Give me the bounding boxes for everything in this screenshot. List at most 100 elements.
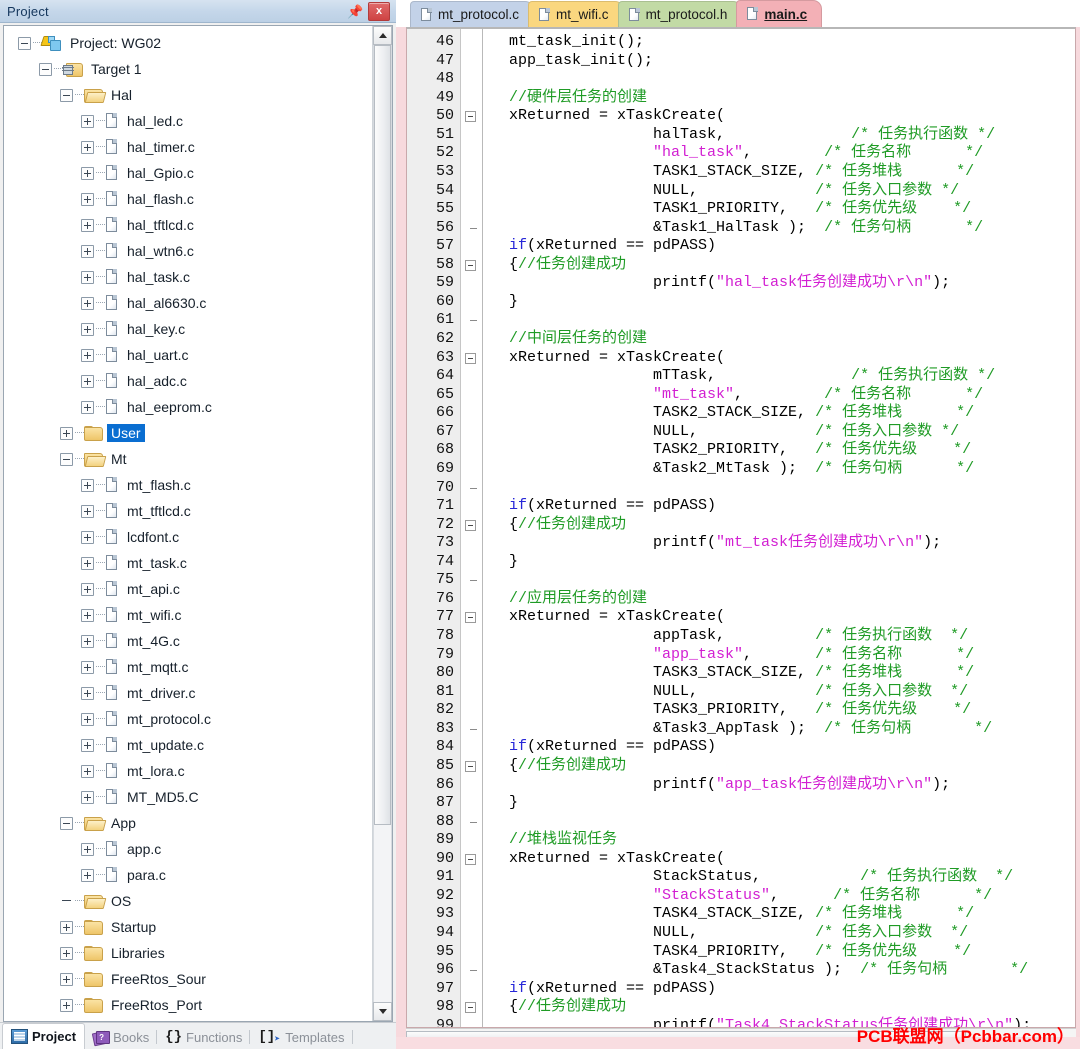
tree-item-mt-mqtt-c[interactable]: mt_mqtt.c [4, 654, 372, 680]
tree-expander-plus-icon[interactable] [81, 868, 94, 882]
tree-expander-plus-icon[interactable] [81, 608, 94, 622]
tree-expander-minus-icon[interactable] [60, 452, 73, 466]
tree-item-mt-api-c[interactable]: mt_api.c [4, 576, 372, 602]
code-text-area[interactable]: mt_task_init(); app_task_init(); //硬件层任务… [483, 29, 1075, 1027]
tree-item-hal-flash-c[interactable]: hal_flash.c [4, 186, 372, 212]
tree-expander-plus-icon[interactable] [81, 556, 94, 570]
tree-item-libraries[interactable]: Libraries [4, 940, 372, 966]
tree-item-hal[interactable]: Hal [4, 82, 372, 108]
tree-expander-plus-icon[interactable] [81, 686, 94, 700]
fold-marker-row[interactable] [461, 107, 482, 126]
tree-item-startup[interactable]: Startup [4, 914, 372, 940]
tree-item-app-c[interactable]: app.c [4, 836, 372, 862]
tree-item-mt-4g-c[interactable]: mt_4G.c [4, 628, 372, 654]
fold-collapse-icon[interactable] [465, 853, 476, 865]
fold-marker-row[interactable] [461, 349, 482, 368]
fold-marker-row[interactable] [461, 757, 482, 776]
tree-item-hal-led-c[interactable]: hal_led.c [4, 108, 372, 134]
tree-item-user[interactable]: User [4, 420, 372, 446]
tree-expander-plus-icon[interactable] [81, 270, 94, 284]
fold-collapse-icon[interactable] [465, 1002, 476, 1014]
tree-item-app[interactable]: App [4, 810, 372, 836]
fold-collapse-icon[interactable] [465, 111, 476, 123]
tree-expander-plus-icon[interactable] [81, 634, 94, 648]
fold-marker-row[interactable] [461, 256, 482, 275]
tree-expander-plus-icon[interactable] [81, 478, 94, 492]
tree-expander-plus-icon[interactable] [81, 218, 94, 232]
tree-item-mt-wifi-c[interactable]: mt_wifi.c [4, 602, 372, 628]
tree-expander-plus-icon[interactable] [81, 582, 94, 596]
editor-tab-mt-protocol-h[interactable]: mt_protocol.h [617, 1, 743, 27]
fold-collapse-icon[interactable] [465, 760, 476, 772]
editor-tab-mt-protocol-c[interactable]: mt_protocol.c [410, 1, 535, 27]
tree-expander-plus-icon[interactable] [81, 374, 94, 388]
tree-expander-plus-icon[interactable] [81, 400, 94, 414]
tree-item-hal-uart-c[interactable]: hal_uart.c [4, 342, 372, 368]
fold-collapse-icon[interactable] [465, 259, 476, 271]
tree-expander-minus-icon[interactable] [39, 62, 52, 76]
tree-expander-plus-icon[interactable] [81, 114, 94, 128]
project-tree[interactable]: Project: WG02 Target 1 Hal hal_led.c hal_tim… [4, 26, 372, 1021]
tree-item-hal-task-c[interactable]: hal_task.c [4, 264, 372, 290]
fold-marker-row[interactable] [461, 608, 482, 627]
tree-item-hal-wtn6-c[interactable]: hal_wtn6.c [4, 238, 372, 264]
fold-collapse-icon[interactable] [465, 519, 476, 531]
tree-expander-plus-icon[interactable] [81, 842, 94, 856]
bottom-tab-books[interactable]: ? Books [85, 1025, 158, 1049]
scrollbar-track[interactable] [373, 45, 392, 1002]
tree-item-mt[interactable]: Mt [4, 446, 372, 472]
code-folding-column[interactable] [461, 29, 483, 1027]
tree-expander-plus-icon[interactable] [60, 972, 73, 986]
tree-expander-plus-icon[interactable] [81, 764, 94, 778]
tree-expander-plus-icon[interactable] [81, 244, 94, 258]
tree-item-hal-adc-c[interactable]: hal_adc.c [4, 368, 372, 394]
tree-expander-plus-icon[interactable] [81, 140, 94, 154]
tree-expander-plus-icon[interactable] [60, 998, 73, 1012]
tree-expander-plus-icon[interactable] [81, 166, 94, 180]
tree-item-hal-gpio-c[interactable]: hal_Gpio.c [4, 160, 372, 186]
tree-item-hal-eeprom-c[interactable]: hal_eeprom.c [4, 394, 372, 420]
fold-marker-row[interactable] [461, 516, 482, 535]
scroll-down-button[interactable] [373, 1002, 392, 1021]
tree-item-freertos-sour[interactable]: FreeRtos_Sour [4, 966, 372, 992]
tree-expander-plus-icon[interactable] [60, 426, 73, 440]
tree-item-mt-lora-c[interactable]: mt_lora.c [4, 758, 372, 784]
fold-marker-row[interactable] [461, 850, 482, 869]
tree-item-mt-flash-c[interactable]: mt_flash.c [4, 472, 372, 498]
tree-expander-minus-icon[interactable] [60, 88, 73, 102]
tree-expander-plus-icon[interactable] [60, 920, 73, 934]
tree-expander-plus-icon[interactable] [81, 660, 94, 674]
tree-item-hal-key-c[interactable]: hal_key.c [4, 316, 372, 342]
tree-item-mt-driver-c[interactable]: mt_driver.c [4, 680, 372, 706]
bottom-tab-functions[interactable]: {} Functions [157, 1025, 251, 1049]
tree-item-freertos-port[interactable]: FreeRtos_Port [4, 992, 372, 1018]
tree-item-hal-timer-c[interactable]: hal_timer.c [4, 134, 372, 160]
tree-item-mt-update-c[interactable]: mt_update.c [4, 732, 372, 758]
tree-item-hal-al6630-c[interactable]: hal_al6630.c [4, 290, 372, 316]
tree-expander-plus-icon[interactable] [81, 192, 94, 206]
tree-expander-plus-icon[interactable] [81, 712, 94, 726]
fold-marker-row[interactable] [461, 998, 482, 1017]
scroll-up-button[interactable] [373, 26, 392, 45]
bottom-tab-project[interactable]: Project [2, 1023, 86, 1049]
fold-collapse-icon[interactable] [465, 352, 476, 364]
editor-tab-mt-wifi-c[interactable]: mt_wifi.c [528, 1, 624, 27]
tree-expander-plus-icon[interactable] [60, 946, 73, 960]
tree-item-project-wg02[interactable]: Project: WG02 [4, 30, 372, 56]
tree-item-mt-tftlcd-c[interactable]: mt_tftlcd.c [4, 498, 372, 524]
tree-item-target-1[interactable]: Target 1 [4, 56, 372, 82]
tree-item-hal-tftlcd-c[interactable]: hal_tftlcd.c [4, 212, 372, 238]
close-icon[interactable]: x [368, 1, 390, 21]
tree-expander-plus-icon[interactable] [81, 530, 94, 544]
project-tree-scrollbar[interactable] [372, 26, 392, 1021]
tree-expander-minus-icon[interactable] [60, 816, 73, 830]
tree-expander-plus-icon[interactable] [81, 322, 94, 336]
fold-collapse-icon[interactable] [465, 612, 476, 624]
tree-expander-plus-icon[interactable] [81, 348, 94, 362]
tree-item-mt-task-c[interactable]: mt_task.c [4, 550, 372, 576]
tree-expander-plus-icon[interactable] [81, 296, 94, 310]
tree-expander-plus-icon[interactable] [81, 504, 94, 518]
tree-expander-plus-icon[interactable] [81, 738, 94, 752]
bottom-tab-templates[interactable]: []➤ Templates [250, 1025, 353, 1049]
scrollbar-thumb[interactable] [374, 45, 391, 825]
